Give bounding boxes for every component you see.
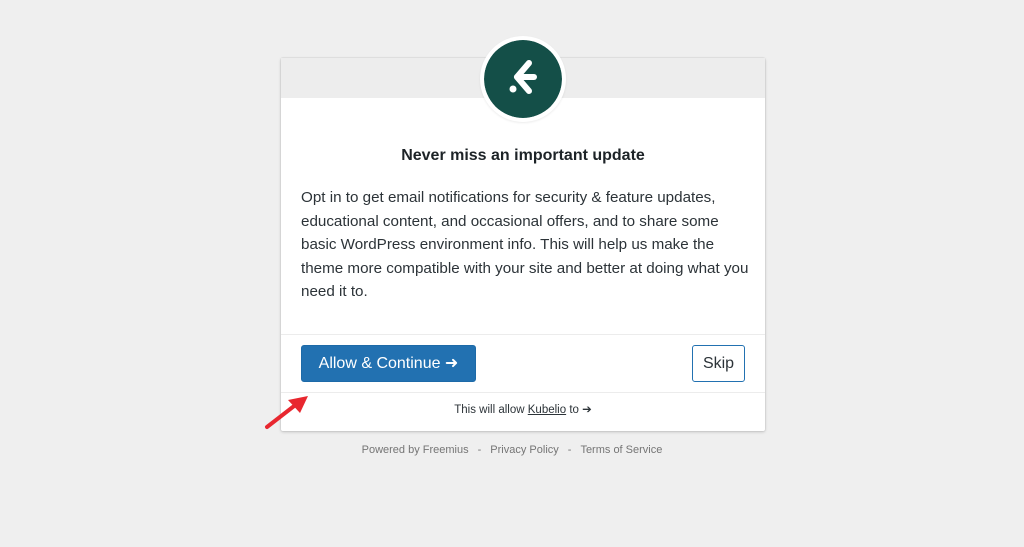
dialog-description: Opt in to get email notifications for se…	[301, 189, 749, 300]
kubelio-link[interactable]: Kubelio	[528, 404, 566, 416]
opt-in-dialog: Never miss an important update Opt in to…	[281, 36, 765, 431]
kubelio-logo-icon	[484, 40, 562, 118]
privacy-policy-link[interactable]: Privacy Policy	[490, 444, 558, 456]
footer-links: Powered by Freemius - Privacy Policy - Terms…	[0, 444, 1024, 456]
dialog-actions: Allow & Continue ➜ Skip	[281, 335, 765, 392]
dialog-title: Never miss an important update	[401, 147, 645, 164]
red-arrow-icon	[262, 392, 314, 432]
footer-separator: -	[567, 444, 572, 456]
logo-badge	[480, 36, 566, 122]
permissions-suffix: to ➔	[566, 404, 592, 416]
page: Never miss an important update Opt in to…	[0, 0, 1024, 547]
footer-separator: -	[477, 444, 482, 456]
permissions-prefix: This will allow	[454, 404, 528, 416]
skip-button[interactable]: Skip	[692, 345, 745, 382]
powered-by-freemius-link[interactable]: Powered by Freemius	[362, 444, 469, 456]
terms-of-service-link[interactable]: Terms of Service	[580, 444, 662, 456]
permissions-toggle[interactable]: This will allow Kubelio to ➔	[281, 402, 765, 416]
allow-continue-button[interactable]: Allow & Continue ➜	[301, 345, 476, 382]
divider	[281, 392, 765, 393]
